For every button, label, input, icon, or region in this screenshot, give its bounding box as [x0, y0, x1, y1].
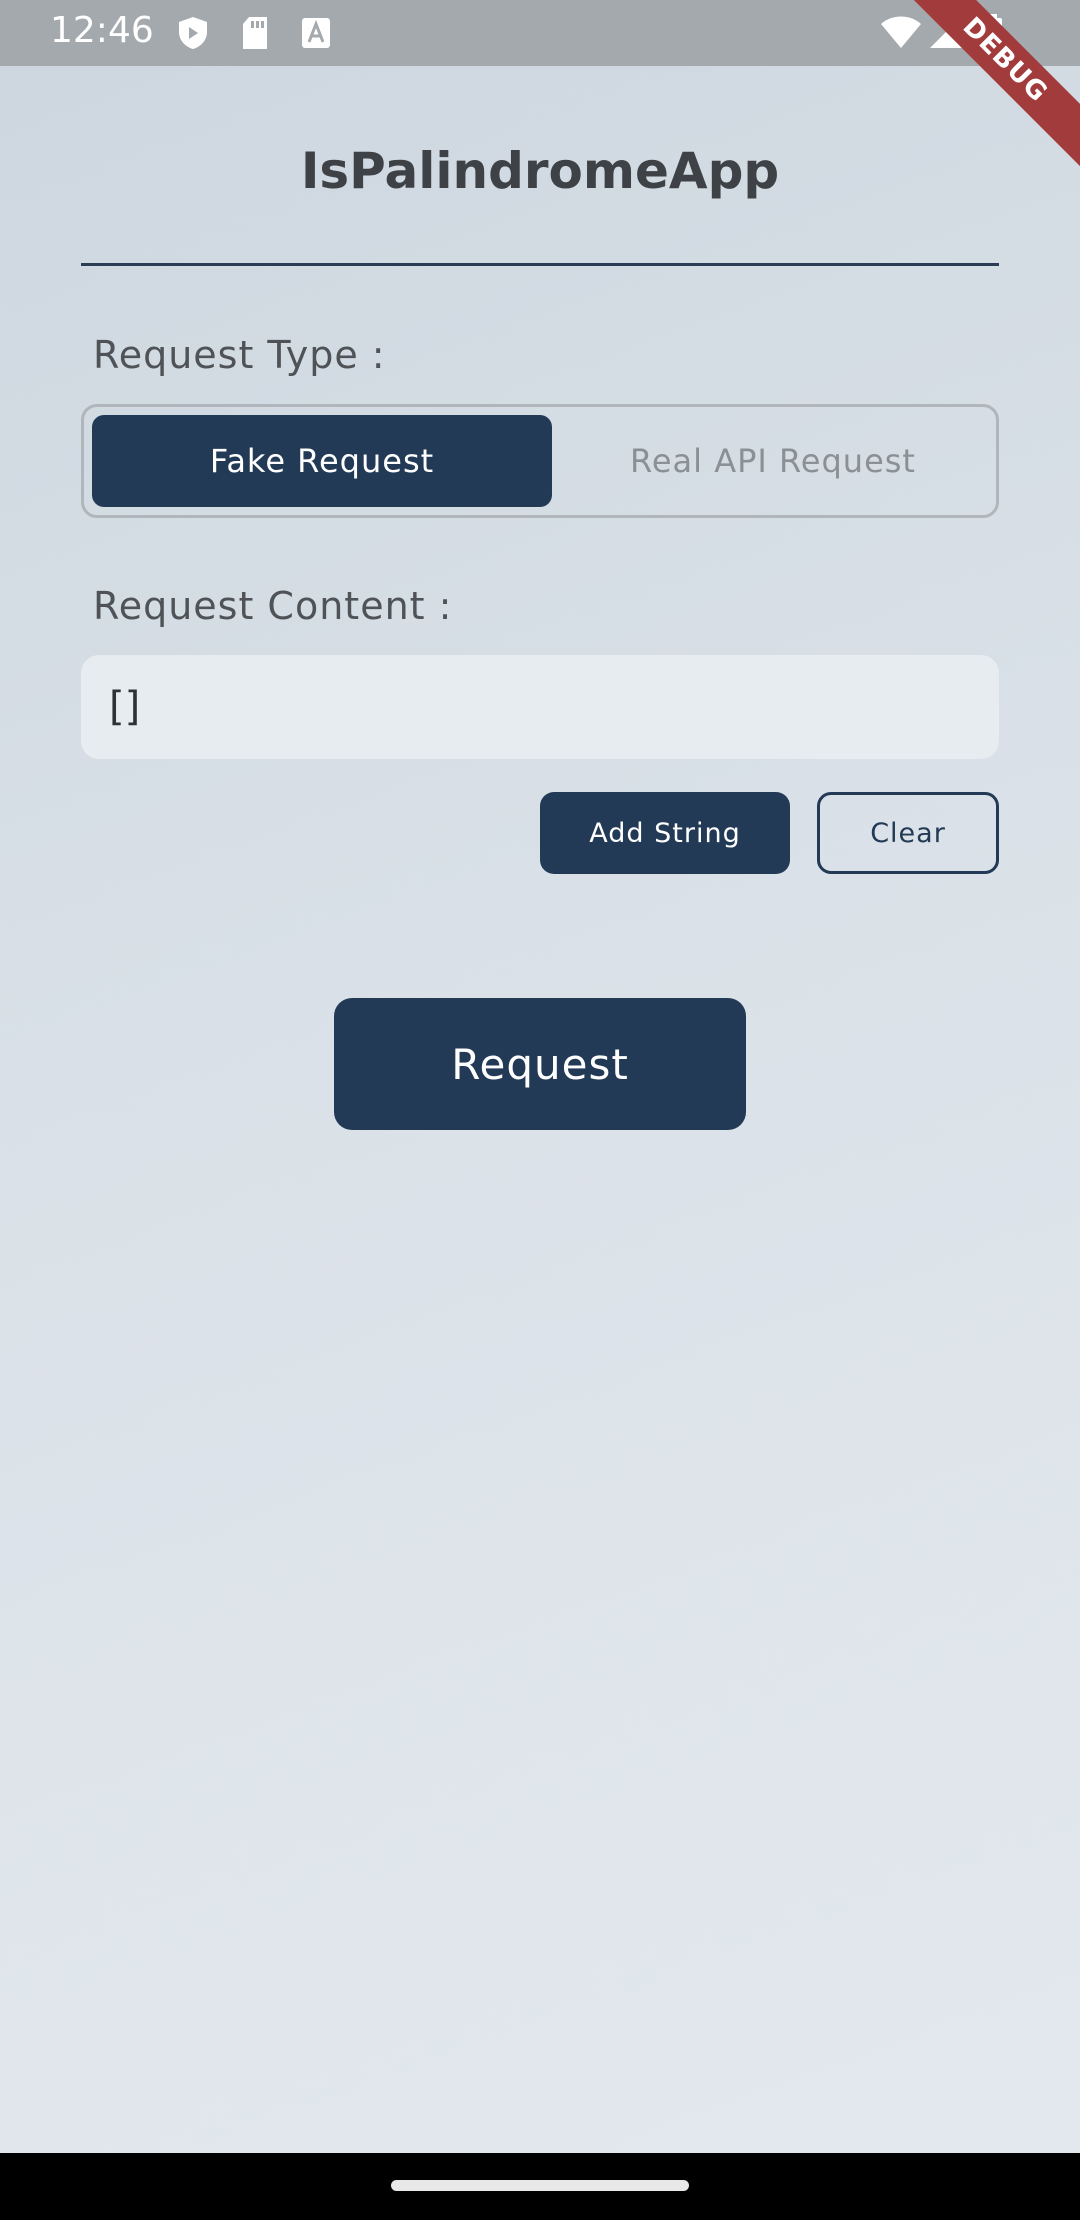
request-type-label: Request Type :	[93, 333, 386, 377]
request-content-field[interactable]: []	[81, 655, 999, 759]
status-bar: 12:46	[0, 0, 1080, 66]
fake-request-option[interactable]: Fake Request	[92, 415, 552, 507]
app-title: IsPalindromeApp	[300, 142, 780, 200]
home-indicator[interactable]	[391, 2180, 689, 2191]
request-type-toggle: Fake Request Real API Request	[81, 404, 999, 518]
wifi-icon	[880, 14, 922, 54]
request-button[interactable]: Request	[334, 998, 746, 1130]
real-api-request-option[interactable]: Real API Request	[552, 415, 994, 507]
status-time: 12:46	[50, 10, 154, 51]
request-content-label: Request Content :	[93, 584, 453, 628]
clear-button[interactable]: Clear	[817, 792, 999, 874]
add-string-button[interactable]: Add String	[540, 792, 790, 874]
font-a-icon	[300, 15, 332, 55]
shield-icon	[176, 15, 210, 55]
sd-card-icon	[240, 15, 270, 55]
title-divider	[81, 263, 999, 266]
